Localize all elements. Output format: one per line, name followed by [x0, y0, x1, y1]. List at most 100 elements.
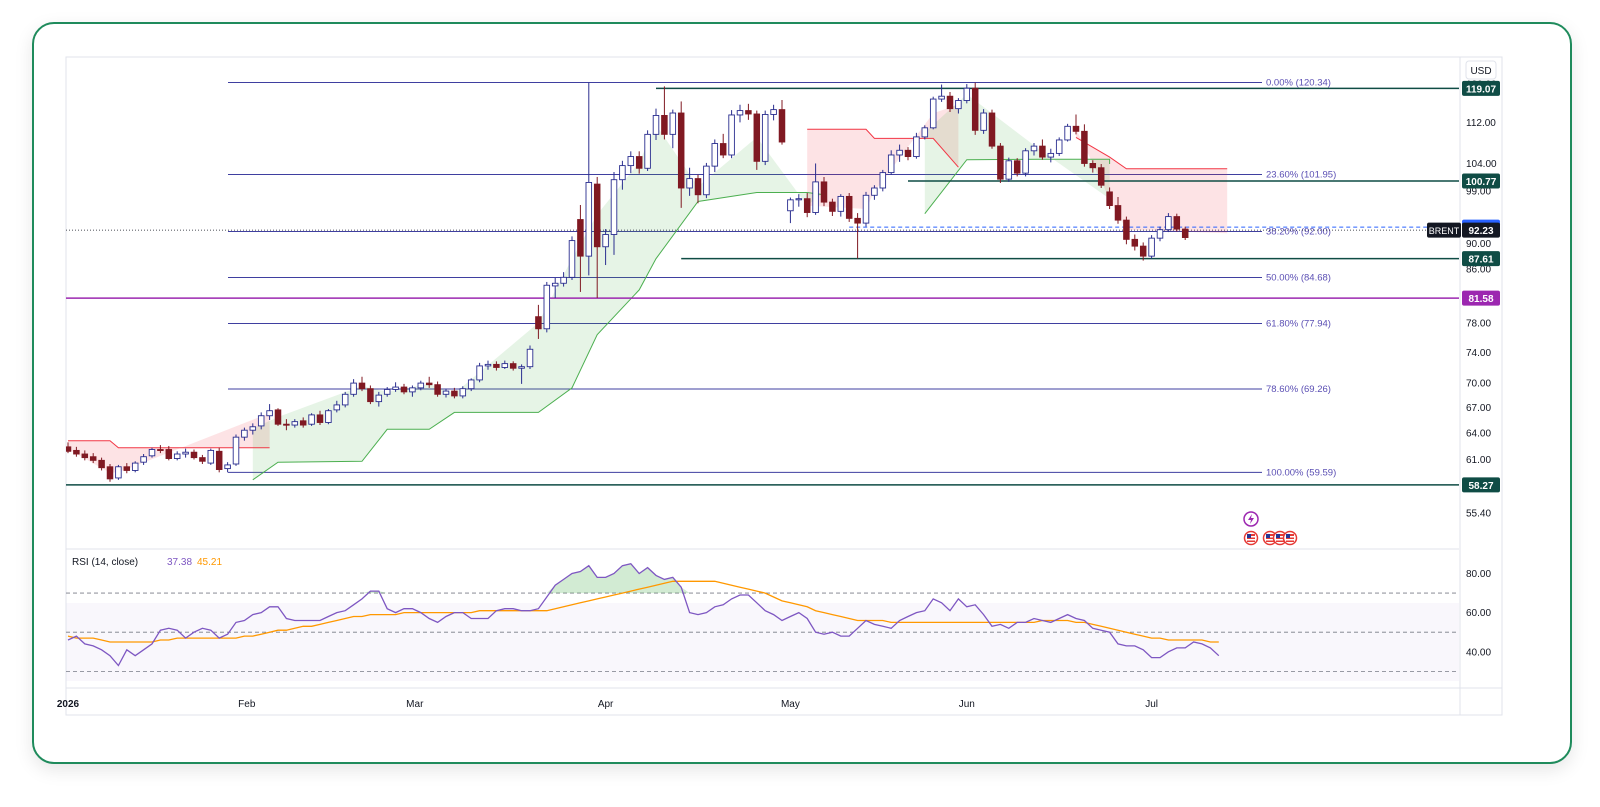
candle[interactable]: [753, 110, 761, 170]
candle[interactable]: [526, 345, 534, 370]
currency-label: USD: [1470, 66, 1491, 77]
candle[interactable]: [1097, 163, 1105, 188]
candle-body: [971, 87, 979, 131]
candle-body: [694, 178, 702, 196]
candle-body: [316, 414, 324, 423]
candle-body: [274, 409, 282, 425]
price-tick-label: 90.00: [1466, 239, 1491, 250]
candle[interactable]: [1064, 123, 1071, 142]
candle[interactable]: [131, 461, 139, 473]
price-badge-label: 119.07: [1466, 84, 1496, 95]
candle-body: [761, 114, 769, 162]
price-tick-label: 112.00: [1466, 118, 1496, 129]
candle[interactable]: [115, 464, 122, 480]
candle-body: [719, 143, 727, 156]
candle[interactable]: [543, 281, 551, 333]
candle-body: [1123, 219, 1130, 240]
candle[interactable]: [1148, 235, 1155, 259]
candle-body: [980, 112, 987, 131]
candle[interactable]: [476, 362, 483, 383]
candle[interactable]: [568, 236, 576, 280]
price-tick-label: 104.00: [1466, 159, 1497, 170]
candle-body: [1022, 150, 1029, 174]
candle-body: [728, 114, 735, 156]
candle-body: [283, 423, 290, 426]
candle[interactable]: [232, 434, 240, 466]
price-badge-label: 92.23: [1468, 226, 1493, 237]
candle-body: [1064, 125, 1071, 141]
candle-body: [266, 410, 273, 417]
candle[interactable]: [929, 96, 937, 130]
candle[interactable]: [341, 391, 349, 408]
candle[interactable]: [921, 125, 929, 140]
candle-body: [442, 390, 450, 395]
candle-body: [593, 183, 601, 248]
candle-body: [585, 181, 593, 257]
candle-body: [955, 100, 962, 110]
candle-body: [333, 404, 341, 411]
rsi-axis[interactable]: 80.00 60.00 40.00: [1466, 569, 1491, 658]
candle[interactable]: [971, 82, 979, 135]
candle-body: [1039, 145, 1046, 158]
price-badge-label: 100.77: [1466, 177, 1497, 188]
candle-body: [249, 426, 257, 431]
candle-body: [854, 217, 861, 224]
candle-body: [904, 149, 912, 158]
candle[interactable]: [862, 191, 870, 227]
price-tick-label: 74.00: [1466, 348, 1491, 359]
candle-body: [115, 466, 122, 479]
candle-body: [476, 365, 483, 381]
candle[interactable]: [106, 464, 114, 482]
candle-body: [560, 276, 567, 284]
candle[interactable]: [1173, 213, 1181, 232]
candle[interactable]: [1181, 226, 1189, 240]
candle[interactable]: [367, 385, 374, 405]
candle[interactable]: [325, 409, 332, 425]
candle-body: [1072, 125, 1080, 132]
flag-stripe: [1276, 539, 1284, 541]
rsi-tick-label: 60.00: [1466, 608, 1491, 619]
candle-body: [871, 187, 878, 196]
candle[interactable]: [1055, 137, 1063, 157]
candle-body: [879, 172, 887, 189]
fib-level-label: 78.60% (69.26): [1266, 384, 1331, 395]
candle[interactable]: [148, 447, 156, 458]
candle[interactable]: [274, 408, 282, 426]
candle[interactable]: [980, 109, 987, 134]
candle[interactable]: [728, 110, 735, 159]
candle-body: [627, 156, 635, 167]
flag-canton: [1266, 534, 1270, 538]
candle[interactable]: [913, 132, 920, 159]
candle-body: [997, 145, 1004, 180]
rsi-tick-label: 80.00: [1466, 569, 1491, 580]
fib-level-label: 100.00% (59.59): [1266, 467, 1336, 478]
candle[interactable]: [761, 110, 769, 166]
fib-level-label: 50.00% (84.68): [1266, 272, 1331, 283]
flag-stripe: [1247, 539, 1255, 541]
candle[interactable]: [215, 447, 223, 473]
fib-level-label: 0.00% (120.34): [1266, 77, 1331, 88]
candle-body: [770, 109, 777, 115]
candle[interactable]: [308, 413, 315, 426]
candle-body: [425, 382, 433, 386]
candle[interactable]: [1022, 148, 1029, 177]
candle[interactable]: [997, 143, 1004, 184]
candle[interactable]: [845, 193, 853, 222]
fib-level-label: 38.20% (92.00): [1266, 226, 1331, 237]
time-axis[interactable]: 2026 Feb Mar Apr May Jun Jul: [57, 699, 1158, 710]
candle-body: [157, 449, 164, 451]
time-tick-label: 2026: [57, 699, 80, 710]
candle-body: [635, 156, 643, 169]
candle-body: [526, 348, 534, 368]
candle[interactable]: [207, 448, 215, 465]
candle-body: [778, 109, 786, 143]
candle[interactable]: [644, 130, 651, 171]
candle[interactable]: [988, 109, 996, 149]
trading-chart[interactable]: 0.00% (120.34) 23.60% (101.95) 38.20% (92.…: [0, 0, 1600, 807]
candle-body: [367, 388, 374, 403]
candle-body: [1106, 191, 1113, 207]
candle[interactable]: [879, 169, 887, 192]
price-tick-label: 61.00: [1466, 455, 1491, 466]
candle[interactable]: [1005, 157, 1013, 182]
candle[interactable]: [703, 162, 710, 199]
